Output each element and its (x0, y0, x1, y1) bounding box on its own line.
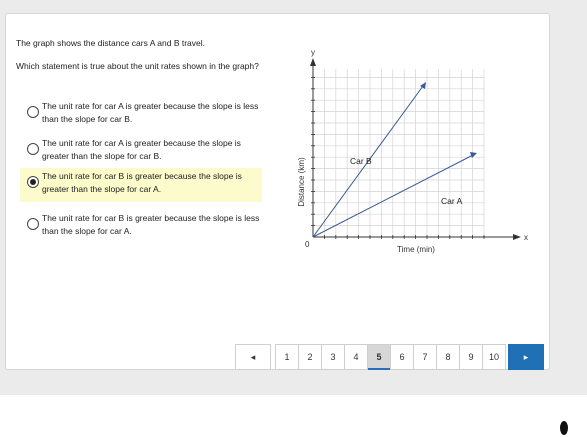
page-number: 5 (376, 352, 382, 362)
answer-option-2[interactable]: The unit rate for car A is greater becau… (20, 135, 262, 169)
cursor-dot (560, 421, 568, 435)
page-button-1[interactable]: 1 (275, 344, 299, 370)
page-button-7[interactable]: 7 (413, 344, 437, 370)
answer-option-1[interactable]: The unit rate for car A is greater becau… (20, 98, 262, 132)
radio-button[interactable] (27, 106, 39, 118)
origin-label: 0 (305, 240, 310, 249)
car-a-label: Car A (441, 196, 463, 206)
answer-option-text: The unit rate for car B is greater becau… (42, 171, 242, 194)
answer-option-text: The unit rate for car B is greater becau… (42, 213, 260, 236)
y-axis-label: Distance (km) (297, 157, 306, 207)
page-button-8[interactable]: 8 (436, 344, 460, 370)
answer-option-text: The unit rate for car A is greater becau… (42, 101, 259, 124)
car-b-arrow (420, 82, 426, 89)
question-intro: The graph shows the distance cars A and … (16, 38, 205, 48)
car-b-label: Car B (350, 156, 372, 166)
car-a-line (312, 152, 477, 238)
chevron-right-icon: ▸ (523, 352, 529, 362)
y-axis-letter: y (311, 48, 315, 57)
page-button-4[interactable]: 4 (344, 344, 368, 370)
answer-option-4[interactable]: The unit rate for car B is greater becau… (20, 210, 262, 244)
answer-option-3[interactable]: The unit rate for car B is greater becau… (20, 168, 262, 202)
x-axis-label: Time (min) (397, 245, 435, 254)
answer-option-text: The unit rate for car A is greater becau… (42, 138, 241, 161)
page-button-5-current[interactable]: 5 (367, 344, 391, 370)
radio-button[interactable] (27, 143, 39, 155)
radio-button[interactable] (27, 218, 39, 230)
chevron-left-icon: ◂ (250, 352, 256, 362)
next-page-button[interactable]: ▸ (508, 344, 544, 370)
radio-button-selected[interactable] (27, 176, 39, 188)
x-axis-letter: x (524, 233, 528, 242)
x-axis-arrow (513, 234, 521, 240)
page-button-10[interactable]: 10 (482, 344, 506, 370)
distance-time-graph: y x 0 Time (min) Distance (km) Car B Car… (297, 48, 528, 254)
previous-page-button[interactable]: ◂ (235, 344, 271, 370)
page-button-3[interactable]: 3 (321, 344, 345, 370)
question-card: The graph shows the distance cars A and … (5, 13, 550, 370)
page-button-6[interactable]: 6 (390, 344, 414, 370)
page-button-9[interactable]: 9 (459, 344, 483, 370)
current-page-indicator (368, 368, 390, 370)
graph-grid (313, 69, 485, 238)
question-prompt: Which statement is true about the unit r… (16, 61, 259, 71)
y-axis-arrow (310, 58, 316, 66)
axis-ticks (311, 77, 485, 239)
page-button-2[interactable]: 2 (298, 344, 322, 370)
